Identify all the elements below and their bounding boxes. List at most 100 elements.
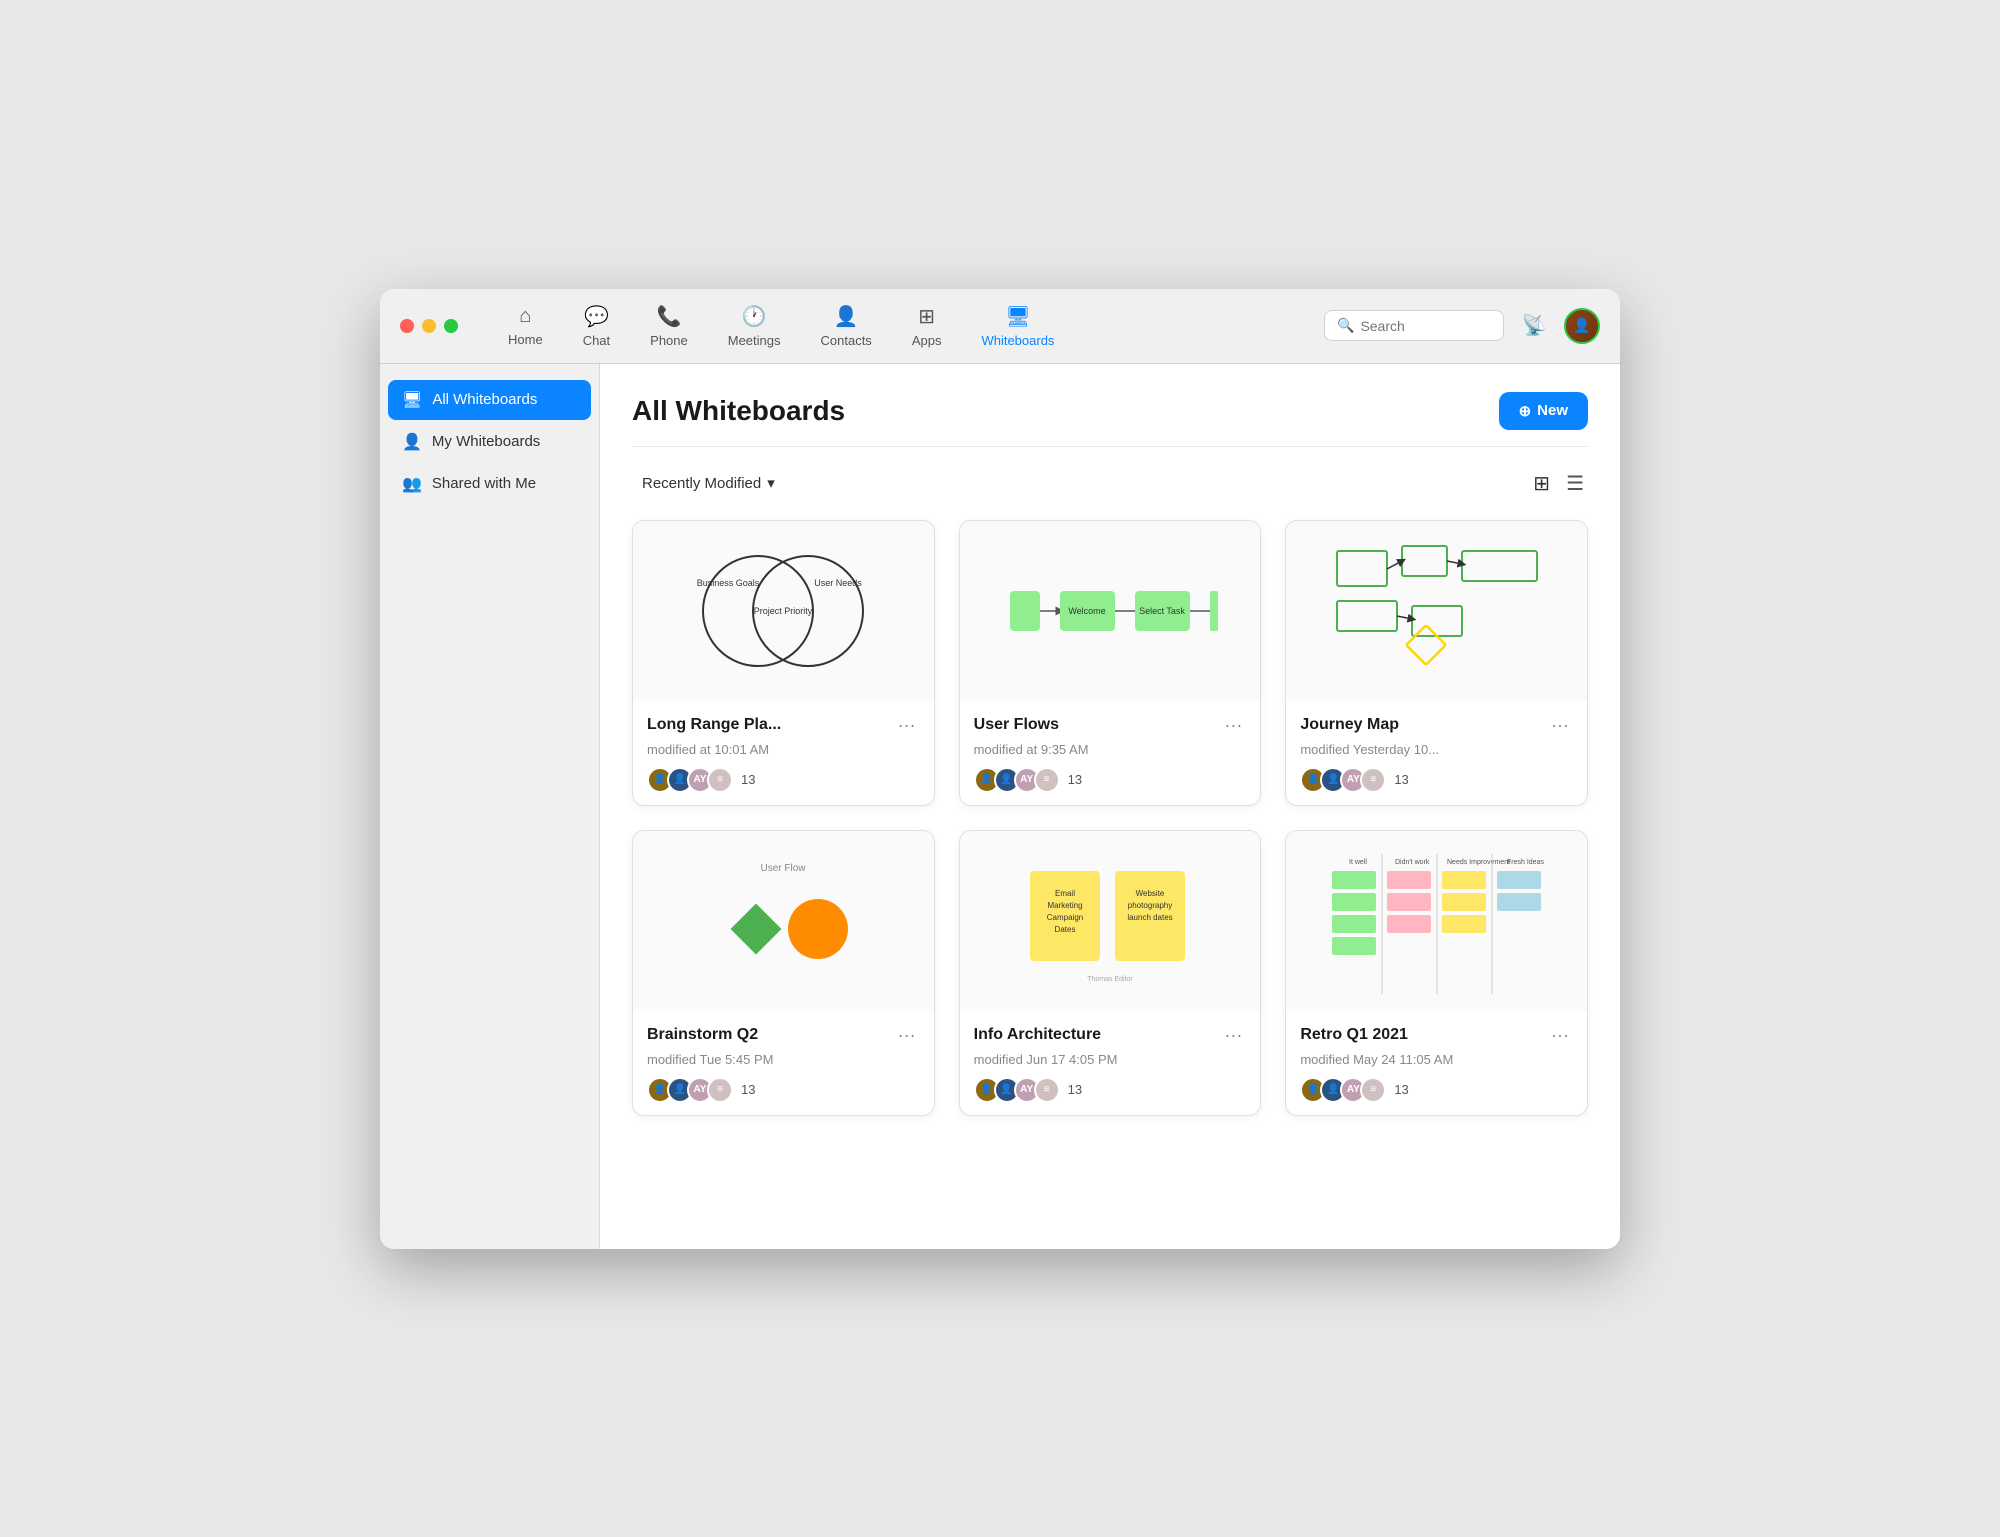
- list-view-button[interactable]: ☰: [1562, 467, 1588, 500]
- participant-count-6: 13: [1394, 1082, 1408, 1097]
- wb-more-button[interactable]: ···: [894, 713, 920, 738]
- svg-text:Marketing: Marketing: [1047, 901, 1082, 910]
- sidebar-item-my-whiteboards[interactable]: 👤 My Whiteboards: [388, 422, 591, 462]
- wb-date-info-arch: modified Jun 17 4:05 PM: [974, 1052, 1247, 1067]
- home-icon: ⌂: [519, 305, 531, 328]
- chevron-down-icon: ▾: [767, 474, 775, 492]
- whiteboard-info-3: Journey Map ··· modified Yesterday 10...…: [1286, 701, 1587, 805]
- wb-participants-3: 👤 👤 AY ≡ 13: [1300, 767, 1573, 793]
- nav-phone[interactable]: 📞 Phone: [630, 296, 708, 356]
- svg-text:Select Task: Select Task: [1139, 606, 1185, 616]
- nav-meetings[interactable]: 🕐 Meetings: [708, 296, 801, 356]
- nav-whiteboards[interactable]: 🖥 Whiteboards: [961, 296, 1074, 356]
- whiteboard-info-4: Brainstorm Q2 ··· modified Tue 5:45 PM 👤…: [633, 1011, 934, 1115]
- wb-date-user-flows: modified at 9:35 AM: [974, 742, 1247, 757]
- content-header: All Whiteboards ⊕ New: [632, 392, 1588, 447]
- whiteboard-info-6: Retro Q1 2021 ··· modified May 24 11:05 …: [1286, 1011, 1587, 1115]
- wb-participants-5: 👤 👤 AY ≡ 13: [974, 1077, 1247, 1103]
- wb-date-journey: modified Yesterday 10...: [1300, 742, 1573, 757]
- whiteboard-preview-journey: [1286, 521, 1587, 701]
- search-icon: 🔍: [1337, 317, 1354, 334]
- wb-title-journey: Journey Map: [1300, 716, 1399, 734]
- apps-icon: ⊞: [918, 304, 935, 329]
- sidebar-shared-label: Shared with Me: [432, 475, 536, 492]
- avatar-4: ≡: [707, 767, 733, 793]
- svg-text:It well: It well: [1349, 859, 1367, 866]
- maximize-button[interactable]: [444, 319, 458, 333]
- sidebar-item-all-whiteboards[interactable]: 🖥 All Whiteboards: [388, 380, 591, 420]
- whiteboard-card-journey-map[interactable]: Journey Map ··· modified Yesterday 10...…: [1285, 520, 1588, 806]
- whiteboard-preview-info: Email Marketing Campaign Dates Website p…: [960, 831, 1261, 1011]
- whiteboard-card-brainstorm[interactable]: User Flow Brainstorm Q2 ··· modified Tu: [632, 830, 935, 1116]
- whiteboard-card-user-flows[interactable]: Welcome Select Task: [959, 520, 1262, 806]
- wb-more-button-3[interactable]: ···: [1547, 713, 1573, 738]
- main-layout: 🖥 All Whiteboards 👤 My Whiteboards 👥 Sha…: [380, 364, 1620, 1249]
- chat-icon: 💬: [584, 304, 609, 329]
- grid-view-button[interactable]: ⊞: [1529, 467, 1554, 500]
- svg-text:Campaign: Campaign: [1047, 913, 1083, 922]
- wb-title-user-flows: User Flows: [974, 716, 1059, 734]
- wb-more-button-5[interactable]: ···: [1220, 1023, 1246, 1048]
- wb-more-button-6[interactable]: ···: [1547, 1023, 1573, 1048]
- search-bar[interactable]: 🔍: [1324, 310, 1504, 341]
- svg-text:photography: photography: [1128, 901, 1172, 910]
- whiteboard-info: Long Range Pla... ··· modified at 10:01 …: [633, 701, 934, 805]
- wb-title-retro: Retro Q1 2021: [1300, 1026, 1408, 1044]
- notification-icon[interactable]: 📡: [1516, 308, 1552, 344]
- phone-icon: 📞: [657, 304, 682, 329]
- wb-participants-2: 👤 👤 AY ≡ 13: [974, 767, 1247, 793]
- sort-dropdown[interactable]: Recently Modified ▾: [632, 468, 785, 498]
- whiteboard-info-2: User Flows ··· modified at 9:35 AM 👤 👤 A…: [960, 701, 1261, 805]
- avatar-4d: ≡: [707, 1077, 733, 1103]
- svg-text:Didn't work: Didn't work: [1395, 859, 1430, 866]
- nav-contacts[interactable]: 👤 Contacts: [801, 296, 892, 356]
- traffic-lights: [400, 319, 458, 333]
- toolbar: Recently Modified ▾ ⊞ ☰: [632, 467, 1588, 500]
- whiteboard-card-retro[interactable]: It well Didn't work Needs Improvement Fr…: [1285, 830, 1588, 1116]
- nav-contacts-label: Contacts: [821, 333, 872, 348]
- new-label: New: [1537, 402, 1568, 419]
- svg-text:Needs Improvement: Needs Improvement: [1447, 859, 1510, 866]
- nav-home[interactable]: ⌂ Home: [488, 297, 563, 355]
- whiteboard-grid: Business Goals User Needs Project Priori…: [632, 520, 1588, 1116]
- sidebar-all-label: All Whiteboards: [432, 391, 537, 408]
- svg-text:User Flow: User Flow: [761, 863, 807, 874]
- participant-count-5: 13: [1068, 1082, 1082, 1097]
- whiteboard-card-info-arch[interactable]: Email Marketing Campaign Dates Website p…: [959, 830, 1262, 1116]
- sort-label: Recently Modified: [642, 475, 761, 492]
- svg-text:User Needs: User Needs: [815, 578, 863, 588]
- nav-home-label: Home: [508, 332, 543, 347]
- search-input[interactable]: [1360, 318, 1491, 334]
- svg-text:Website: Website: [1136, 889, 1165, 898]
- close-button[interactable]: [400, 319, 414, 333]
- wb-more-button-4[interactable]: ···: [894, 1023, 920, 1048]
- nav-meetings-label: Meetings: [728, 333, 781, 348]
- new-icon: ⊕: [1519, 402, 1532, 420]
- page-title: All Whiteboards: [632, 395, 845, 427]
- wb-more-button-2[interactable]: ···: [1220, 713, 1246, 738]
- wb-participants-4: 👤 👤 AY ≡ 13: [647, 1077, 920, 1103]
- nav-chat[interactable]: 💬 Chat: [563, 296, 630, 356]
- nav-apps-label: Apps: [912, 333, 942, 348]
- new-button[interactable]: ⊕ New: [1499, 392, 1588, 430]
- participant-count-2: 13: [1068, 772, 1082, 787]
- svg-text:launch dates: launch dates: [1127, 913, 1172, 922]
- whiteboard-info-5: Info Architecture ··· modified Jun 17 4:…: [960, 1011, 1261, 1115]
- svg-text:Thomas Editor: Thomas Editor: [1087, 976, 1133, 983]
- wb-title-brainstorm: Brainstorm Q2: [647, 1026, 758, 1044]
- contacts-icon: 👤: [834, 304, 859, 329]
- svg-text:Welcome: Welcome: [1068, 606, 1105, 616]
- nav-whiteboards-label: Whiteboards: [981, 333, 1054, 348]
- whiteboard-card-long-range[interactable]: Business Goals User Needs Project Priori…: [632, 520, 935, 806]
- participant-count: 13: [741, 772, 755, 787]
- participant-count-4: 13: [741, 1082, 755, 1097]
- whiteboard-icon: 🖥: [402, 390, 422, 410]
- minimize-button[interactable]: [422, 319, 436, 333]
- nav-apps[interactable]: ⊞ Apps: [892, 296, 962, 356]
- user-avatar[interactable]: 👤: [1564, 308, 1600, 344]
- wb-participants: 👤 👤 AY ≡ 13: [647, 767, 920, 793]
- participant-count-3: 13: [1394, 772, 1408, 787]
- sidebar-item-shared[interactable]: 👥 Shared with Me: [388, 464, 591, 504]
- whiteboard-preview-flow: Welcome Select Task: [960, 521, 1261, 701]
- svg-text:Dates: Dates: [1055, 925, 1076, 934]
